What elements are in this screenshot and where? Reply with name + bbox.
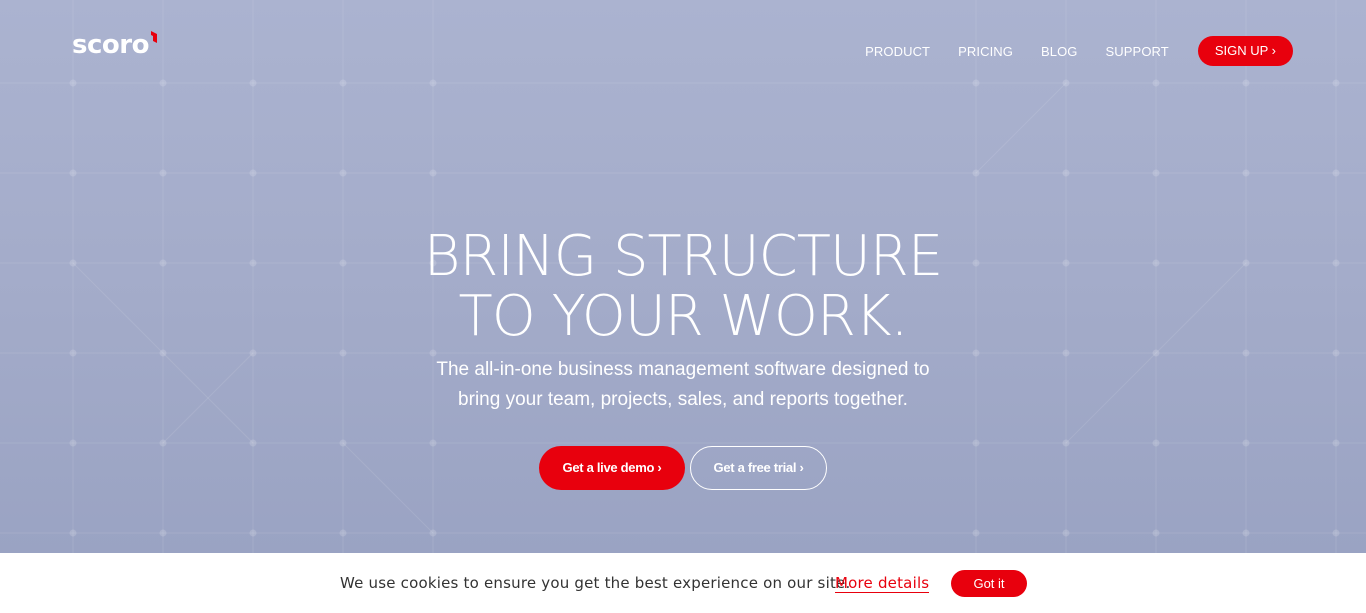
headline-line-2: TO YOUR WORK. (458, 284, 909, 349)
subtitle-line-2: bring your team, projects, sales, and re… (458, 389, 908, 410)
grid-dot (972, 529, 980, 537)
grid-dot (1062, 79, 1070, 87)
grid-line (975, 82, 1067, 174)
grid-dot (1242, 169, 1250, 177)
grid-dot (159, 79, 167, 87)
cookie-banner: We use cookies to ensure you get the bes… (0, 553, 1366, 613)
nav-item-product[interactable]: PRODUCT (865, 44, 930, 59)
grid-dot (1242, 79, 1250, 87)
grid-dot (249, 529, 257, 537)
grid-dot (1062, 169, 1070, 177)
logo-mark-icon (150, 31, 157, 43)
grid-dot (159, 439, 167, 447)
cta-buttons: Get a live demo › Get a free trial › (539, 446, 827, 490)
grid-dot (1242, 529, 1250, 537)
grid-dot (69, 529, 77, 537)
grid-dot (159, 529, 167, 537)
grid-dot (339, 529, 347, 537)
nav-item-pricing[interactable]: PRICING (958, 44, 1013, 59)
grid-dot (429, 169, 437, 177)
hero-headline: BRING STRUCTURE TO YOUR WORK. (0, 227, 1366, 347)
grid-dot (1332, 79, 1340, 87)
grid-dot (1332, 439, 1340, 447)
grid-dot (1152, 529, 1160, 537)
grid-dot (339, 79, 347, 87)
grid-dot (972, 169, 980, 177)
hero-section: scoro PRODUCT PRICING BLOG SUPPORT SIGN … (0, 0, 1366, 553)
grid-dot (972, 439, 980, 447)
grid-dot (1332, 529, 1340, 537)
nav-item-support[interactable]: SUPPORT (1106, 44, 1169, 59)
grid-dot (249, 439, 257, 447)
logo-text: scoro (72, 30, 149, 60)
cookie-message: We use cookies to ensure you get the bes… (340, 574, 851, 592)
free-trial-button[interactable]: Get a free trial › (690, 446, 827, 490)
nav-item-blog[interactable]: BLOG (1041, 44, 1078, 59)
grid-dot (1062, 529, 1070, 537)
grid-dot (339, 169, 347, 177)
grid-dot (429, 79, 437, 87)
grid-dot (1152, 439, 1160, 447)
grid-dot (972, 79, 980, 87)
signup-button[interactable]: SIGN UP › (1197, 36, 1293, 66)
grid-dot (1152, 169, 1160, 177)
grid-dot (249, 169, 257, 177)
live-demo-button[interactable]: Get a live demo › (539, 446, 685, 490)
more-details-link[interactable]: More details (835, 574, 930, 593)
scoro-logo[interactable]: scoro (72, 28, 159, 62)
grid-dot (1242, 439, 1250, 447)
grid-dot (1332, 169, 1340, 177)
grid-dot (1062, 439, 1070, 447)
hero-subtitle: The all-in-one business management softw… (0, 355, 1366, 415)
grid-dot (69, 439, 77, 447)
grid-dot (159, 169, 167, 177)
grid-dot (429, 529, 437, 537)
grid-dot (339, 439, 347, 447)
got-it-button[interactable]: Got it (951, 570, 1027, 597)
grid-dot (69, 169, 77, 177)
grid-dot (249, 79, 257, 87)
grid-line (342, 442, 434, 534)
grid-dot (429, 439, 437, 447)
grid-dot (69, 79, 77, 87)
subtitle-line-1: The all-in-one business management softw… (436, 359, 930, 380)
headline-line-1: BRING STRUCTURE (423, 224, 943, 289)
main-nav: PRODUCT PRICING BLOG SUPPORT SIGN UP › (865, 36, 1293, 66)
grid-dot (1152, 79, 1160, 87)
